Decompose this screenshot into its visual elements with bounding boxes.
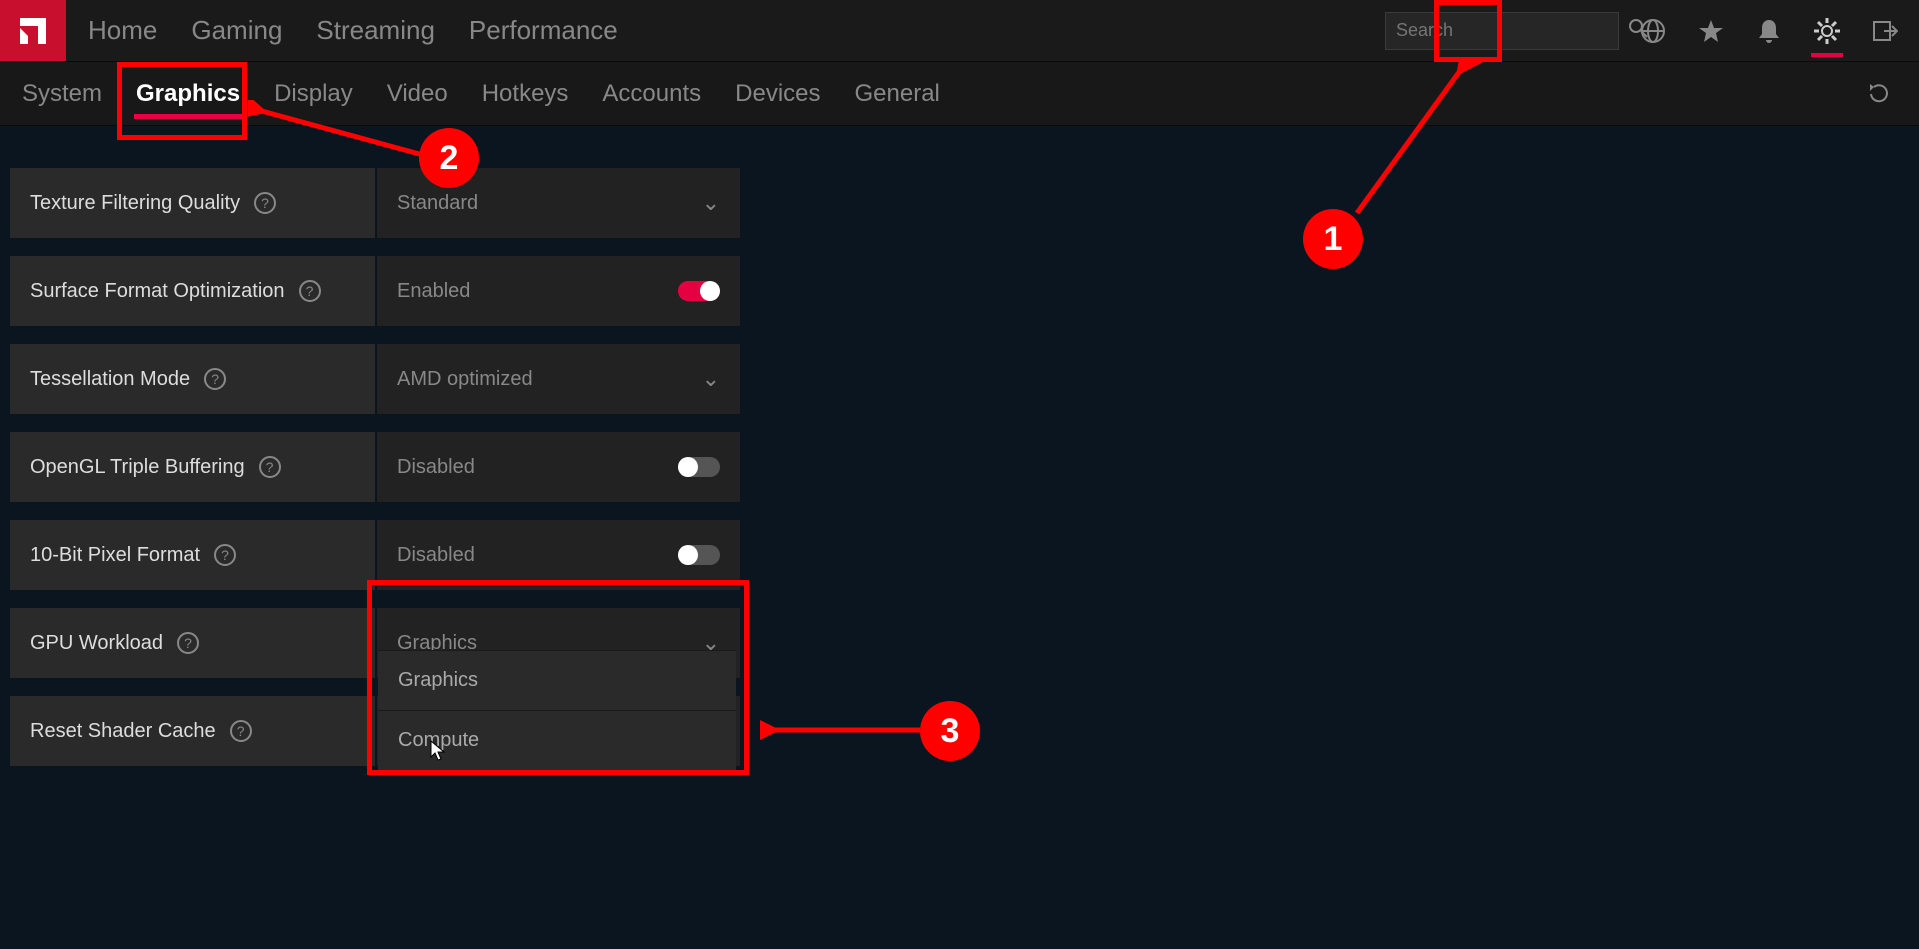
top-nav: Home Gaming Streaming Performance [66, 0, 1385, 61]
toggle-switch[interactable] [678, 545, 720, 565]
help-icon[interactable]: ? [177, 632, 199, 654]
sub-bar: System Graphics Display Video Hotkeys Ac… [0, 62, 1919, 126]
top-right [1385, 0, 1919, 61]
top-nav-streaming[interactable]: Streaming [316, 0, 435, 61]
tab-general[interactable]: General [853, 62, 942, 125]
setting-surface-format: Surface Format Optimization ? Enabled [10, 256, 740, 326]
setting-label-text: Tessellation Mode [30, 368, 190, 391]
top-nav-home[interactable]: Home [88, 0, 157, 61]
setting-label: Reset Shader Cache ? [10, 696, 375, 766]
setting-value-select[interactable]: Standard ⌄ [377, 168, 740, 238]
gpu-workload-dropdown: Graphics Compute [378, 650, 736, 770]
dropdown-option-graphics[interactable]: Graphics [378, 650, 736, 710]
exit-icon[interactable] [1861, 7, 1909, 55]
tab-devices[interactable]: Devices [733, 62, 822, 125]
amd-logo [0, 0, 66, 61]
tab-accounts[interactable]: Accounts [600, 62, 703, 125]
chevron-down-icon: ⌄ [702, 366, 720, 392]
tab-system[interactable]: System [20, 62, 104, 125]
setting-texture-filtering: Texture Filtering Quality ? Standard ⌄ [10, 168, 740, 238]
arrow-3 [760, 720, 930, 740]
reset-icon[interactable] [1859, 74, 1899, 114]
tab-hotkeys[interactable]: Hotkeys [480, 62, 571, 125]
setting-opengl-triple-buffering: OpenGL Triple Buffering ? Disabled [10, 432, 740, 502]
search-input[interactable] [1396, 20, 1628, 41]
setting-label: GPU Workload ? [10, 608, 375, 678]
setting-label: Surface Format Optimization ? [10, 256, 375, 326]
top-nav-performance[interactable]: Performance [469, 0, 618, 61]
dropdown-option-compute[interactable]: Compute [378, 710, 736, 770]
setting-value-select[interactable]: AMD optimized ⌄ [377, 344, 740, 414]
help-icon[interactable]: ? [254, 192, 276, 214]
setting-label-text: 10-Bit Pixel Format [30, 544, 200, 567]
help-icon[interactable]: ? [299, 280, 321, 302]
select-value: AMD optimized [397, 368, 533, 391]
star-icon[interactable] [1687, 7, 1735, 55]
toggle-value: Enabled [397, 280, 470, 303]
callout-3: 3 [920, 701, 980, 761]
setting-value-toggle[interactable]: Disabled [377, 432, 740, 502]
setting-label-text: Reset Shader Cache [30, 720, 216, 743]
web-icon[interactable] [1629, 7, 1677, 55]
setting-10bit-pixel: 10-Bit Pixel Format ? Disabled [10, 520, 740, 590]
tab-display[interactable]: Display [272, 62, 355, 125]
setting-label-text: Surface Format Optimization [30, 280, 285, 303]
gear-icon[interactable] [1803, 7, 1851, 55]
top-nav-gaming[interactable]: Gaming [191, 0, 282, 61]
search-box[interactable] [1385, 12, 1619, 50]
setting-tessellation: Tessellation Mode ? AMD optimized ⌄ [10, 344, 740, 414]
setting-label-text: Texture Filtering Quality [30, 192, 240, 215]
chevron-down-icon: ⌄ [702, 190, 720, 216]
help-icon[interactable]: ? [204, 368, 226, 390]
help-icon[interactable]: ? [259, 456, 281, 478]
top-bar: Home Gaming Streaming Performance [0, 0, 1919, 62]
select-value: Standard [397, 192, 478, 215]
amd-logo-icon [16, 14, 50, 48]
bell-icon[interactable] [1745, 7, 1793, 55]
tab-graphics[interactable]: Graphics [134, 62, 242, 125]
toggle-value: Disabled [397, 456, 475, 479]
setting-label: 10-Bit Pixel Format ? [10, 520, 375, 590]
tab-video[interactable]: Video [385, 62, 450, 125]
help-icon[interactable]: ? [230, 720, 252, 742]
setting-label: Tessellation Mode ? [10, 344, 375, 414]
help-icon[interactable]: ? [214, 544, 236, 566]
callout-1: 1 [1303, 209, 1363, 269]
toggle-switch[interactable] [678, 281, 720, 301]
setting-value-toggle[interactable]: Enabled [377, 256, 740, 326]
setting-label-text: OpenGL Triple Buffering [30, 456, 245, 479]
setting-label-text: GPU Workload [30, 632, 163, 655]
toggle-value: Disabled [397, 544, 475, 567]
toggle-switch[interactable] [678, 457, 720, 477]
setting-value-toggle[interactable]: Disabled [377, 520, 740, 590]
setting-label: Texture Filtering Quality ? [10, 168, 375, 238]
setting-label: OpenGL Triple Buffering ? [10, 432, 375, 502]
